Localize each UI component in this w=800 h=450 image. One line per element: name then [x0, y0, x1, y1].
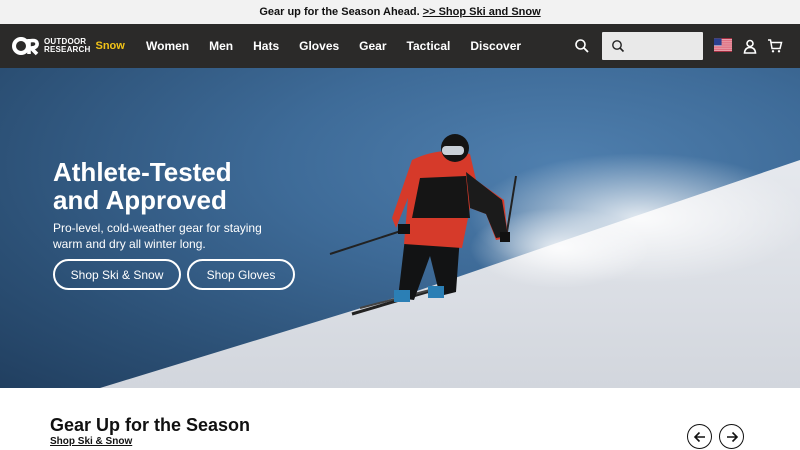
cart-icon[interactable]	[767, 38, 783, 54]
carousel-prev-button[interactable]	[687, 424, 712, 449]
nav-item-tactical[interactable]: Tactical	[407, 39, 451, 53]
nav-item-gloves[interactable]: Gloves	[299, 39, 339, 53]
hero-title-line1: Athlete-Tested	[53, 157, 232, 187]
search-icon[interactable]	[574, 38, 590, 54]
nav-item-discover[interactable]: Discover	[470, 39, 521, 53]
user-icon[interactable]	[742, 38, 758, 54]
carousel-next-button[interactable]	[719, 424, 744, 449]
or-logo-icon	[12, 37, 39, 56]
brand-line2: RESEARCH	[44, 45, 91, 54]
nav-item-women[interactable]: Women	[146, 39, 189, 53]
nav-item-hats[interactable]: Hats	[253, 39, 279, 53]
shop-ski-snow-button[interactable]: Shop Ski & Snow	[53, 259, 181, 290]
section-shop-link[interactable]: Shop Ski & Snow	[50, 436, 132, 447]
main-nav: OUTDOOR RESEARCH Snow Women Men Hats Glo…	[0, 24, 800, 68]
hero-title: Athlete-Tested and Approved	[53, 158, 313, 214]
brand-wordmark: OUTDOOR RESEARCH	[44, 38, 91, 54]
announcement-bar: Gear up for the Season Ahead. >> Shop Sk…	[0, 0, 800, 24]
hero-banner: Athlete-Tested and Approved Pro-level, c…	[0, 68, 800, 388]
nav-item-men[interactable]: Men	[209, 39, 233, 53]
search-input[interactable]	[628, 32, 700, 60]
hero-title-line2: and Approved	[53, 185, 227, 215]
search-field[interactable]	[602, 32, 703, 60]
us-flag-icon[interactable]	[714, 38, 732, 52]
arrow-right-icon	[726, 431, 738, 442]
nav-menu: Women Men Hats Gloves Gear Tactical Disc…	[146, 24, 541, 68]
search-field-icon	[612, 40, 625, 53]
nav-item-gear[interactable]: Gear	[359, 39, 386, 53]
sub-brand-label: Snow	[95, 40, 125, 52]
shop-gloves-button[interactable]: Shop Gloves	[187, 259, 295, 290]
brand-logo[interactable]: OUTDOOR RESEARCH Snow	[12, 36, 125, 56]
hero-subtitle: Pro-level, cold-weather gear for staying…	[53, 221, 262, 251]
announcement-link[interactable]: >> Shop Ski and Snow	[423, 6, 541, 18]
announcement-text: Gear up for the Season Ahead.	[259, 6, 420, 18]
section-title: Gear Up for the Season	[50, 415, 251, 435]
arrow-left-icon	[693, 431, 705, 442]
